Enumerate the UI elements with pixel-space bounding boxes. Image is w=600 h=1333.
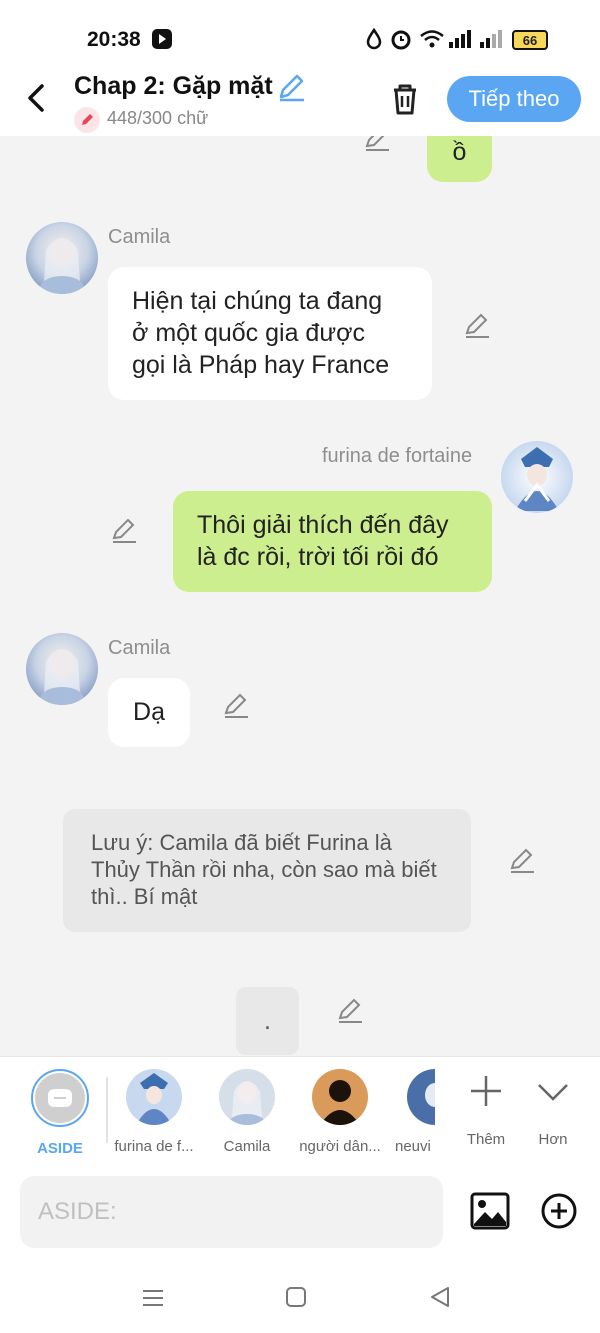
next-button[interactable]: Tiếp theo (447, 76, 581, 122)
message-bubble[interactable]: Hiện tại chúng ta đang ở một quốc gia đư… (108, 267, 432, 400)
character-label: Camila (223, 1138, 271, 1155)
avatar (407, 1069, 435, 1125)
message-line: là đc rồi, trời tối rồi đó (197, 543, 439, 571)
status-bar: 20:38 66 (0, 0, 600, 66)
edit-icon[interactable] (110, 516, 138, 544)
message-text: ồ (452, 138, 467, 166)
edit-icon[interactable] (222, 691, 250, 719)
signal-icon (449, 30, 471, 48)
trash-icon[interactable] (386, 80, 424, 118)
character-camila[interactable]: Camila (201, 1069, 293, 1155)
pencil-icon (82, 114, 93, 125)
sender-name: Camila (108, 637, 171, 659)
message-text: Dạ (133, 698, 165, 726)
battery-level: 66 (522, 32, 538, 48)
alarm-icon (391, 30, 411, 50)
battery-icon: 66 (512, 30, 548, 50)
character-label: người dân... (299, 1138, 381, 1155)
input-row (0, 1164, 600, 1264)
aside-note[interactable]: Lưu ý: Camila đã biết Furina là Thủy Thầ… (63, 809, 471, 932)
word-count: 448/300 chữ (107, 108, 209, 128)
collapse-label: Hơn (538, 1131, 568, 1148)
character-aside[interactable]: ASIDE (14, 1069, 106, 1157)
avatar-camila[interactable] (26, 633, 98, 705)
chapter-title[interactable]: Chap 2: Gặp mặt (74, 72, 273, 101)
water-drop-icon (366, 28, 382, 50)
edit-icon[interactable] (336, 996, 364, 1024)
edit-icon[interactable] (363, 136, 391, 152)
screen-record-icon (152, 29, 172, 49)
avatar-image (26, 633, 98, 705)
message-bubble[interactable]: ồ (427, 136, 492, 182)
avatar-camila[interactable] (26, 222, 98, 294)
message-line: ở một quốc gia được (132, 319, 365, 347)
avatar-image (26, 222, 98, 294)
back-nav-icon[interactable] (428, 1285, 452, 1309)
add-circle-icon[interactable] (540, 1192, 578, 1230)
collapse-button[interactable]: Hơn (507, 1069, 599, 1148)
message-line: Hiện tại chúng ta đang (132, 287, 383, 315)
character-label: neuvi (395, 1138, 431, 1155)
word-count-badge (74, 107, 100, 133)
signal-2-icon (480, 30, 502, 48)
menu-icon[interactable] (141, 1286, 165, 1310)
aside-bubble[interactable]: . (236, 987, 299, 1055)
note-text: Lưu ý: Camila đã biết Furina là Thủy Thầ… (91, 830, 437, 909)
wifi-icon (420, 30, 444, 48)
character-neuvi[interactable]: neuvi (395, 1069, 435, 1155)
avatar-furina[interactable] (501, 441, 573, 513)
sender-name: furina de fortaine (322, 445, 473, 467)
message-input[interactable] (20, 1176, 443, 1248)
sender-name: Camila (108, 226, 171, 248)
character-nguoi-dan[interactable]: người dân... (294, 1069, 386, 1155)
avatar (126, 1069, 182, 1125)
back-button[interactable] (22, 80, 52, 116)
edit-icon[interactable] (508, 846, 536, 874)
avatar (219, 1069, 275, 1125)
message-bubble[interactable]: Dạ (108, 678, 190, 747)
top-bar: Chap 2: Gặp mặt 448/300 chữ Tiếp theo (0, 66, 600, 136)
clock: 20:38 (87, 28, 141, 51)
aside-text: . (264, 1007, 271, 1035)
image-icon[interactable] (470, 1192, 510, 1230)
avatar-image (501, 441, 573, 513)
message-bubble[interactable]: Thôi giải thích đến đây là đc rồi, trời … (173, 491, 492, 592)
edit-title-icon[interactable] (276, 72, 306, 102)
edit-icon[interactable] (463, 311, 491, 339)
system-nav-bar (0, 1264, 600, 1333)
plus-icon (471, 1076, 501, 1106)
message-line: Thôi giải thích đến đây (197, 511, 449, 539)
character-label: furina de f... (114, 1138, 194, 1155)
character-label: ASIDE (37, 1140, 83, 1157)
avatar (312, 1069, 368, 1125)
aside-avatar (31, 1069, 89, 1127)
character-furina[interactable]: furina de f... (108, 1069, 200, 1155)
chat-bubble-icon (48, 1089, 72, 1107)
home-icon[interactable] (285, 1286, 307, 1308)
character-bar: ASIDE furina de f... Camila người dân...… (0, 1056, 600, 1164)
message-line: gọi là Pháp hay France (132, 351, 390, 379)
chat-area[interactable]: ồ Camila Hiện tại chúng ta đang ở một qu… (0, 136, 600, 1056)
chevron-down-icon (538, 1084, 568, 1101)
